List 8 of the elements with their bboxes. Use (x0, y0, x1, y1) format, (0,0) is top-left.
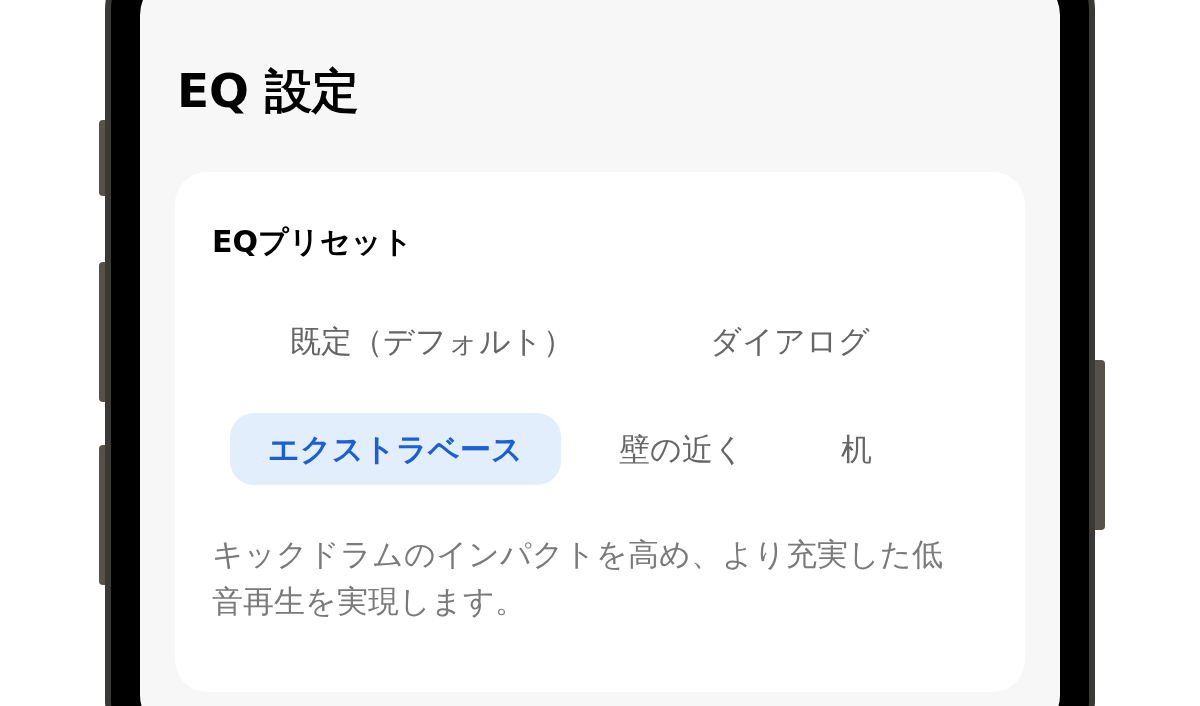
card-heading: EQプリセット (212, 227, 413, 257)
preset-option[interactable]: ダイアログ (672, 305, 908, 377)
preset-option[interactable]: 机 (803, 413, 910, 485)
preset-description: キックドラムのインパクトを高め、より充実した低音再生を実現します。 (212, 535, 944, 621)
page-title: EQ 設定 (177, 67, 360, 114)
preset-option[interactable]: エクストラベース (230, 413, 561, 485)
preset-option[interactable]: 既定（デフォルト） (252, 305, 612, 377)
preset-option[interactable]: 壁の近く (581, 413, 783, 485)
